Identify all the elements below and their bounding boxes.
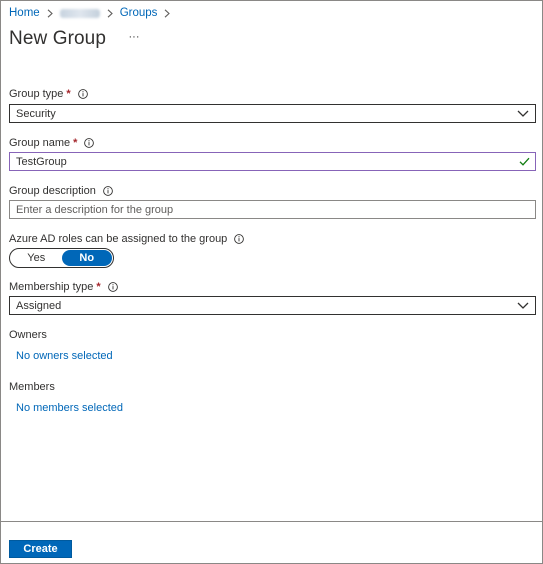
chevron-right-icon (47, 8, 53, 18)
info-icon[interactable] (234, 234, 245, 244)
group-description-label: Group description (9, 185, 113, 197)
info-icon[interactable] (107, 282, 118, 292)
create-button[interactable]: Create (9, 540, 72, 558)
chevron-down-icon (517, 110, 529, 117)
breadcrumb-home-link[interactable]: Home (9, 7, 40, 19)
azure-roles-toggle[interactable]: Yes No (9, 248, 114, 268)
group-name-label-text: Group name (9, 137, 71, 149)
info-icon[interactable] (77, 89, 88, 99)
group-description-input[interactable] (16, 203, 496, 216)
breadcrumb-tenant-redacted[interactable] (59, 9, 100, 18)
group-name-field[interactable] (9, 152, 536, 171)
owners-link[interactable]: No owners selected (16, 350, 113, 362)
group-type-dropdown[interactable]: Security (9, 104, 536, 123)
membership-type-label: Membership type * (9, 281, 118, 293)
owners-label: Owners (9, 329, 47, 341)
toggle-option-no[interactable]: No (61, 250, 112, 266)
breadcrumb: Home Groups (9, 6, 177, 20)
required-asterisk: * (96, 281, 101, 293)
info-icon[interactable] (102, 186, 113, 196)
group-name-input[interactable] (16, 155, 496, 168)
membership-type-dropdown[interactable]: Assigned (9, 296, 536, 315)
required-asterisk: * (73, 137, 78, 149)
more-options-button[interactable]: ··· (127, 28, 141, 46)
azure-roles-label-text: Azure AD roles can be assigned to the gr… (9, 233, 228, 245)
membership-type-value: Assigned (16, 299, 62, 312)
breadcrumb-groups-link[interactable]: Groups (120, 7, 158, 19)
footer-divider (1, 521, 542, 522)
members-label: Members (9, 381, 55, 393)
membership-type-label-text: Membership type (9, 281, 94, 293)
chevron-down-icon (517, 302, 529, 309)
group-name-label: Group name * (9, 137, 95, 149)
info-icon[interactable] (84, 138, 95, 148)
members-link[interactable]: No members selected (16, 402, 123, 414)
group-type-value: Security (16, 107, 56, 120)
required-asterisk: * (66, 88, 71, 100)
azure-roles-label: Azure AD roles can be assigned to the gr… (9, 233, 245, 245)
toggle-option-yes[interactable]: Yes (11, 250, 62, 266)
checkmark-icon (519, 157, 530, 166)
group-type-label-text: Group type (9, 88, 64, 100)
group-description-field[interactable] (9, 200, 536, 219)
page-title: New Group (9, 28, 106, 49)
group-description-label-text: Group description (9, 185, 96, 197)
new-group-panel: Home Groups New Group ··· Group type * S… (0, 0, 543, 564)
chevron-right-icon (164, 8, 171, 18)
group-type-label: Group type * (9, 88, 88, 100)
chevron-right-icon (107, 8, 113, 18)
